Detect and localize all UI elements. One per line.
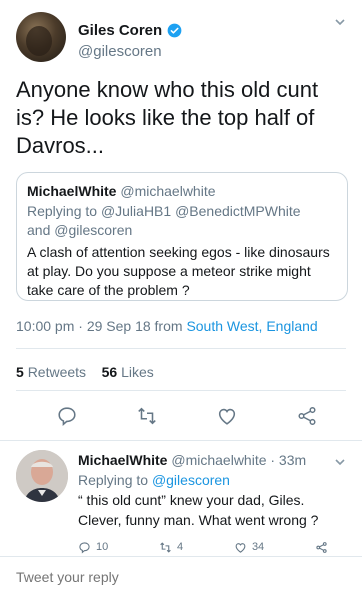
quoted-tweet[interactable]: MichaelWhite @michaelwhite Replying to @… [16, 172, 348, 301]
reply-author-name[interactable]: MichaelWhite [78, 452, 167, 468]
author-avatar[interactable] [16, 12, 66, 62]
share-icon [316, 541, 327, 553]
quoted-author-row: MichaelWhite @michaelwhite [27, 183, 337, 199]
reply-author-row: MichaelWhite @michaelwhite · 33m [78, 452, 306, 468]
reply-reply-count: 10 [96, 541, 109, 553]
chevron-down-icon[interactable] [334, 456, 346, 468]
tweet-timestamp: 10:00 pm · 29 Sep 18 from [16, 318, 183, 334]
quoted-replying-handle-last[interactable]: @gilescoren [54, 222, 132, 238]
reply-retweet-count: 4 [177, 541, 184, 553]
reply-author-handle-time: @michaelwhite · 33m [171, 452, 307, 468]
tweet-stats: 5 Retweets 56 Likes [16, 364, 154, 380]
reply-tweet[interactable]: MichaelWhite @michaelwhite · 33m Replyin… [0, 440, 362, 554]
reply-icon[interactable] [56, 405, 78, 427]
retweets-stat[interactable]: 5 Retweets [16, 364, 86, 380]
heart-icon[interactable] [216, 405, 238, 427]
tweet-actions [16, 402, 346, 430]
reply-like-action[interactable]: 34 [234, 541, 264, 554]
reply-actions: 10 4 34 [78, 540, 328, 554]
reply-like-count: 34 [251, 541, 265, 553]
quoted-tweet-text: A clash of attention seeking egos - like… [27, 244, 330, 298]
reply-replying-handle[interactable]: @gilescoren [152, 472, 230, 488]
quoted-author-name: MichaelWhite [27, 183, 117, 199]
chevron-down-icon[interactable] [334, 16, 346, 28]
quoted-replying-and: and [27, 222, 51, 238]
tweet-location[interactable]: South West, England [186, 318, 317, 334]
heart-icon [235, 542, 246, 553]
reply-retweet-action[interactable]: 4 [159, 541, 183, 554]
tweet-reply-input[interactable] [16, 569, 336, 585]
author-handle[interactable]: @gilescoren [78, 43, 162, 60]
likes-stat[interactable]: 56 Likes [102, 364, 154, 380]
likes-count: 56 [101, 364, 118, 380]
reply-icon [79, 541, 90, 554]
retweet-icon [160, 541, 171, 553]
likes-label: Likes [121, 364, 154, 380]
retweets-label: Retweets [27, 364, 87, 380]
tweet-timestamp-row: 10:00 pm · 29 Sep 18 from South West, En… [16, 318, 318, 334]
retweets-count: 5 [16, 364, 24, 380]
author-name-row[interactable]: Giles Coren [78, 22, 182, 39]
tweet-header: Giles Coren @gilescoren [16, 10, 346, 66]
reply-reply-action[interactable]: 10 [78, 541, 108, 554]
reply-author-avatar[interactable] [16, 450, 68, 502]
quoted-author-handle: @michaelwhite [120, 183, 216, 199]
reply-replying-to: Replying to @gilescoren [78, 472, 230, 488]
verified-badge-icon [167, 23, 182, 38]
reply-text: “ this old cunt” knew your dad, Giles. C… [78, 492, 319, 528]
quoted-replying-label: Replying to [27, 203, 98, 219]
divider [16, 390, 346, 391]
quoted-replying-handles[interactable]: @JuliaHB1 @BenedictMPWhite [101, 203, 301, 219]
quoted-replying-to: Replying to @JuliaHB1 @BenedictMPWhite a… [27, 202, 337, 240]
author-name[interactable]: Giles Coren [78, 22, 162, 39]
tweet-text: Anyone know who this old cunt is? He loo… [16, 77, 319, 158]
share-icon[interactable] [296, 405, 318, 427]
reply-composer [0, 556, 362, 600]
reply-share-action[interactable] [315, 541, 328, 554]
reply-replying-label: Replying to [78, 472, 149, 488]
retweet-icon[interactable] [136, 405, 158, 427]
divider [16, 348, 346, 349]
